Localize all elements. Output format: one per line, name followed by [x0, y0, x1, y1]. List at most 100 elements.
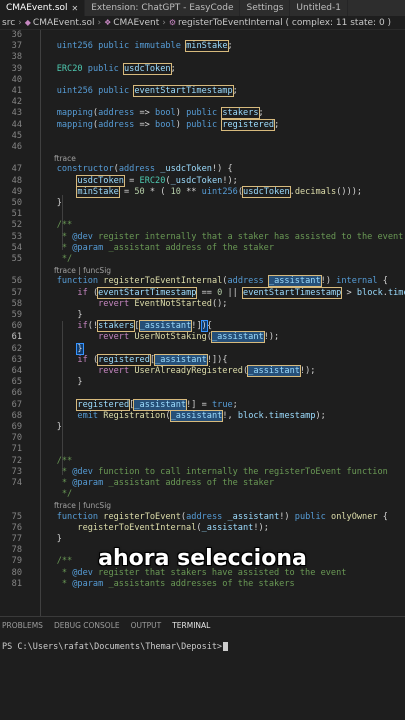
code-text: if (registered[_assistant!]){ — [77, 353, 228, 366]
line-number: 38 — [11, 52, 22, 63]
code-line[interactable]: 61 revert UserNotStaking(_assistant!); — [0, 331, 405, 344]
code-line[interactable]: 71 — [0, 444, 405, 455]
code-line[interactable]: 55 */ — [0, 254, 405, 265]
code-line[interactable]: 57 if (eventStartTimestamp == 0 || event… — [0, 286, 405, 299]
terminal[interactable]: PS C:\Users\rafat\Documents\Themar\Depos… — [0, 634, 405, 720]
code-line[interactable]: 60 if(!stakers[_assistant!]){ — [0, 320, 405, 333]
code-text: } — [36, 377, 83, 388]
breadcrumb-file[interactable]: CMAEvent.sol — [33, 18, 95, 28]
code-line[interactable]: */ — [0, 489, 405, 500]
codelens[interactable]: ftrace | funcSig — [0, 500, 405, 511]
line-number: 56 — [11, 276, 22, 287]
code-line[interactable]: 65 } — [0, 377, 405, 388]
code-line[interactable]: 36 — [0, 30, 405, 41]
code-line[interactable]: 69 } — [0, 422, 405, 433]
breadcrumb: src › ◆ CMAEvent.sol › ❖ CMAEvent › ⚙ re… — [0, 16, 405, 30]
code-line[interactable]: 67 registered[_assistant!] = true; — [0, 398, 405, 411]
tab-label: Untitled-1 — [296, 3, 341, 13]
code-line[interactable]: 38 — [0, 52, 405, 63]
code-line[interactable]: 68 emit Registration(_assistant!, block.… — [0, 409, 405, 422]
code-text: */ — [36, 489, 73, 500]
code-line[interactable]: 56 function registerToEventInternal(addr… — [0, 275, 405, 288]
code-line[interactable]: 75 function registerToEvent(address _ass… — [0, 512, 405, 523]
code-line[interactable]: 72 /** — [0, 456, 405, 467]
codelens[interactable]: ftrace — [0, 153, 405, 164]
code-text: uint256 public eventStartTimestamp; — [56, 85, 238, 97]
line-number: 63 — [11, 354, 22, 365]
code-line[interactable]: 43 mapping(address => bool) public stake… — [0, 107, 405, 120]
code-line[interactable]: 62 } — [0, 342, 405, 355]
codelens-text[interactable]: ftrace — [54, 153, 76, 164]
code-line[interactable]: 54 * @param _assistant address of the st… — [0, 243, 405, 254]
line-number: 58 — [11, 298, 22, 309]
code-line[interactable]: 81 * @param _assistants addresses of the… — [0, 579, 405, 590]
code-line[interactable]: 64 revert UserAlreadyRegistered(_assista… — [0, 365, 405, 377]
function-icon: ⚙ — [168, 18, 177, 27]
codelens[interactable]: ftrace | funcSig — [0, 265, 405, 276]
code-line[interactable]: 48 usdcToken = ERC20(_usdcToken!); — [0, 174, 405, 187]
line-number: 47 — [11, 164, 22, 175]
code-line[interactable]: 50 } — [0, 198, 405, 209]
code-line[interactable]: 74 * @param _assistant address of the st… — [0, 478, 405, 489]
code-text: */ — [36, 254, 73, 264]
code-line[interactable]: 58 revert EventNotStarted(); — [0, 299, 405, 310]
code-line[interactable]: 46 — [0, 142, 405, 153]
code-editor[interactable]: 36 37 uint256 public immutable minStake; 3… — [0, 30, 405, 616]
codelens-text[interactable]: ftrace | funcSig — [54, 500, 111, 511]
code-line[interactable]: 70 — [0, 433, 405, 444]
line-number: 64 — [11, 366, 22, 376]
code-line[interactable]: 37 uint256 public immutable minStake; — [0, 40, 405, 53]
code-text: revert UserAlreadyRegistered(_assistant!… — [98, 365, 316, 377]
breadcrumb-contract[interactable]: CMAEvent — [113, 18, 159, 28]
tab-extension-chatgpt-easycode[interactable]: Extension: ChatGPT - EasyCode — [85, 0, 241, 16]
code-line[interactable]: 41 uint256 public eventStartTimestamp; — [0, 85, 405, 97]
code-line[interactable]: 45 — [0, 131, 405, 142]
line-number: 44 — [11, 119, 22, 130]
code-line[interactable]: 77 } — [0, 534, 405, 545]
tab-cmaevent-sol[interactable]: CMAEvent.sol ✕ — [0, 0, 86, 16]
code-text: mapping(address => bool) public stakers; — [56, 107, 264, 120]
editor-tab-bar: CMAEvent.sol ✕ Extension: ChatGPT - EasyCo… — [0, 0, 405, 16]
line-number: 42 — [11, 97, 22, 108]
line-number: 39 — [11, 63, 22, 74]
line-number: 66 — [11, 388, 22, 399]
tab-untitled-1[interactable]: Untitled-1 — [290, 0, 348, 16]
breadcrumb-function[interactable]: registerToEventInternal ( complex: 11 st… — [178, 18, 391, 28]
breadcrumb-folder[interactable]: src — [2, 18, 15, 28]
code-text: registered[_assistant!] = true; — [76, 398, 238, 411]
code-line[interactable]: 66 — [0, 388, 405, 399]
code-line[interactable]: 47 constructor(address _usdcToken!) { — [0, 164, 405, 175]
code-line[interactable]: 42 — [0, 97, 405, 108]
code-text: } — [36, 534, 62, 544]
codelens-text[interactable]: ftrace | funcSig — [54, 265, 111, 276]
code-line[interactable]: 63 if (registered[_assistant!]){ — [0, 353, 405, 366]
code-text: /** — [56, 220, 73, 231]
panel-tab-debug-console[interactable]: DEBUG CONSOLE — [52, 617, 129, 635]
code-line[interactable]: 76 registerToEventInternal(_assistant!); — [0, 523, 405, 534]
tab-label: Extension: ChatGPT - EasyCode — [91, 3, 234, 13]
video-caption: ahora selecciona — [98, 546, 307, 571]
code-text: usdcToken = ERC20(_usdcToken!); — [76, 174, 238, 187]
line-number: 57 — [11, 287, 22, 298]
code-text: * @param _assistant address of the stake… — [36, 242, 275, 253]
code-line[interactable]: 59 } — [0, 310, 405, 321]
tab-settings[interactable]: Settings — [240, 0, 291, 16]
code-line[interactable]: 73 * @dev function to call internally th… — [0, 467, 405, 478]
panel-tab-problems[interactable]: PROBLEMS — [0, 617, 52, 635]
code-line[interactable]: 49 minStake = 50 * ( 10 ** uint256(usdcT… — [0, 185, 405, 198]
line-number: 43 — [11, 108, 22, 119]
code-text: if (eventStartTimestamp == 0 || eventSta… — [77, 286, 405, 299]
close-icon[interactable]: ✕ — [72, 4, 79, 13]
code-line[interactable]: 40 — [0, 75, 405, 86]
code-line[interactable]: 52 /** — [0, 220, 405, 231]
panel-tab-output[interactable]: OUTPUT — [129, 617, 171, 635]
code-line[interactable]: 53 * @dev register internally that a sta… — [0, 232, 405, 243]
line-number: 65 — [11, 377, 22, 388]
code-line[interactable]: 51 — [0, 209, 405, 220]
code-line[interactable]: 44 mapping(address => bool) public regis… — [0, 118, 405, 131]
code-line[interactable]: 39 ERC20 public usdcToken; — [0, 62, 405, 75]
line-number: 69 — [11, 422, 22, 432]
line-number: 51 — [11, 209, 22, 220]
panel-tab-terminal[interactable]: TERMINAL — [170, 617, 220, 635]
code-text: minStake = 50 * ( 10 ** uint256(usdcToke… — [76, 185, 363, 198]
